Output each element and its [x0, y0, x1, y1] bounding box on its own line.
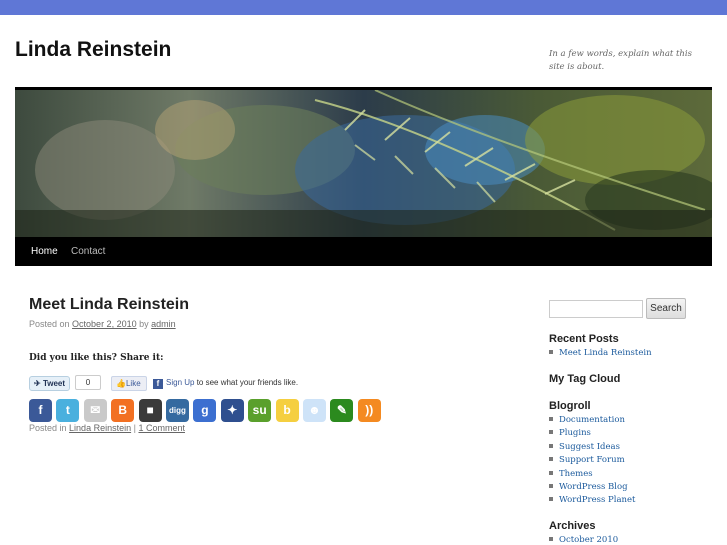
- bullet-icon: [549, 457, 553, 462]
- posted-on-label: Posted on: [29, 319, 70, 329]
- buzz-icon[interactable]: b: [275, 399, 299, 422]
- facebook-signup-link[interactable]: Sign Up: [166, 378, 194, 387]
- speech-icon[interactable]: ✎: [330, 399, 354, 422]
- reddit-icon[interactable]: ☻: [303, 399, 326, 422]
- tweet-label: Tweet: [42, 379, 66, 388]
- header-banner-image: [15, 90, 712, 237]
- blogroll-label: Documentation: [559, 415, 625, 425]
- bullet-icon: [549, 443, 553, 448]
- rss-icon[interactable]: )): [357, 399, 381, 422]
- blogroll-item[interactable]: Suggest Ideas: [549, 441, 635, 454]
- blogroll-title: Blogroll: [549, 400, 591, 412]
- by-label: by: [139, 319, 149, 329]
- archives-list: October 2010: [549, 534, 618, 545]
- blogroll-item[interactable]: WordPress Planet: [549, 494, 635, 507]
- blogroll-label: Plugins: [559, 428, 591, 439]
- blogroll-label: Themes: [559, 468, 593, 479]
- author-link[interactable]: admin: [151, 319, 176, 329]
- post-date-link[interactable]: October 2, 2010: [72, 319, 137, 329]
- facebook-like-button[interactable]: 👍Like: [111, 376, 147, 391]
- blogroll-label: WordPress Blog: [559, 481, 628, 492]
- category-link[interactable]: Linda Reinstein: [69, 423, 131, 433]
- bullet-icon: [549, 537, 553, 541]
- search-input[interactable]: [549, 300, 643, 318]
- recent-posts-title: Recent Posts: [549, 333, 619, 345]
- post-title[interactable]: Meet Linda Reinstein: [29, 296, 189, 314]
- blogroll-label: Support Forum: [559, 455, 625, 466]
- recent-posts-list: Meet Linda Reinstein: [549, 347, 652, 360]
- nav-home[interactable]: Home: [31, 246, 58, 257]
- bullet-icon: [549, 350, 553, 354]
- like-label: Like: [125, 379, 141, 388]
- bullet-icon: [549, 417, 553, 421]
- nav-contact[interactable]: Contact: [71, 246, 105, 257]
- thumbs-up-icon: 👍: [116, 379, 126, 388]
- bullet-icon: [549, 483, 553, 488]
- facebook-icon[interactable]: f: [29, 399, 52, 422]
- comments-link[interactable]: 1 Comment: [138, 423, 185, 433]
- tweet-count: 0: [75, 375, 101, 390]
- site-description: In a few words, explain what this site i…: [549, 49, 692, 72]
- blogroll-item[interactable]: WordPress Blog: [549, 481, 635, 494]
- blogroll-label: WordPress Planet: [559, 495, 636, 506]
- google-icon[interactable]: g: [193, 399, 217, 422]
- twitter-icon[interactable]: t: [56, 399, 80, 422]
- facebook-signup-text: f Sign Up to see what your friends like.: [153, 378, 298, 389]
- post-meta: Posted on October 2, 2010 by admin: [29, 319, 176, 329]
- tweet-button[interactable]: ✈ Tweet: [29, 376, 70, 391]
- post-footer: Posted in Linda Reinstein | 1 Comment: [29, 423, 185, 433]
- digg-icon[interactable]: digg: [166, 399, 189, 422]
- recent-post-label: Meet Linda Reinstein: [559, 348, 652, 358]
- email-icon[interactable]: ✉: [83, 399, 107, 422]
- delicious-icon[interactable]: ■: [138, 399, 162, 422]
- blogroll-label: Suggest Ideas: [559, 441, 620, 452]
- footer-separator: |: [133, 423, 136, 433]
- bullet-icon: [549, 470, 553, 475]
- bullet-icon: [549, 430, 553, 435]
- main-navigation: Home Contact: [15, 237, 712, 266]
- stumbleupon-icon[interactable]: su: [248, 399, 272, 422]
- archives-title: Archives: [549, 520, 596, 532]
- top-color-bar: [0, 0, 727, 15]
- archive-label: October 2010: [559, 535, 619, 545]
- search-button[interactable]: Search: [646, 298, 686, 319]
- blogroll-item[interactable]: Documentation: [549, 414, 635, 427]
- blogger-icon[interactable]: B: [111, 399, 135, 422]
- recent-post-item[interactable]: Meet Linda Reinstein: [549, 347, 652, 360]
- tag-cloud-title: My Tag Cloud: [549, 373, 621, 385]
- blogroll-item[interactable]: Plugins: [549, 427, 635, 440]
- blogroll-item[interactable]: Support Forum: [549, 454, 635, 467]
- bullet-icon: [549, 497, 553, 502]
- facebook-small-icon: f: [153, 379, 163, 389]
- site-title[interactable]: Linda Reinstein: [15, 38, 171, 62]
- facebook-signup-suffix: to see what your friends like.: [194, 378, 299, 387]
- twitter-bird-icon: ✈: [34, 379, 41, 388]
- posted-in-label: Posted in: [29, 423, 67, 433]
- myspace-icon[interactable]: ✦: [220, 399, 244, 422]
- blogroll-list: Documentation Plugins Suggest Ideas Supp…: [549, 414, 635, 508]
- archive-item[interactable]: October 2010: [549, 534, 618, 545]
- share-heading: Did you like this? Share it:: [29, 353, 164, 363]
- blogroll-item[interactable]: Themes: [549, 468, 635, 481]
